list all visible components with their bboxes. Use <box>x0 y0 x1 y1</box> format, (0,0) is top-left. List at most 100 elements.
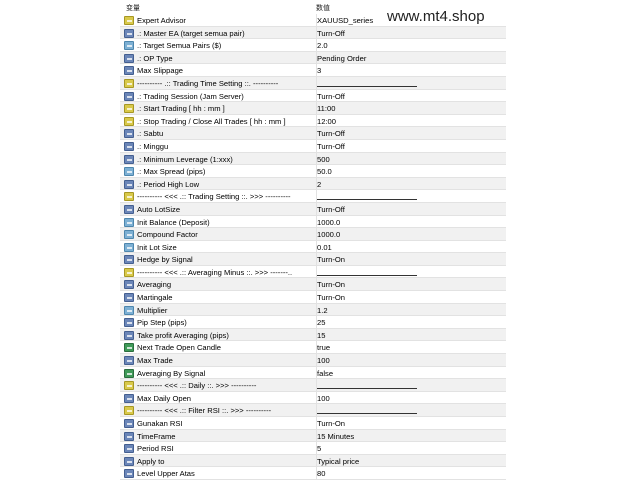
table-row[interactable]: Period RSI 5 <box>120 442 506 455</box>
table-row[interactable]: Max Daily Open 100 <box>120 391 506 405</box>
table-row[interactable]: Next Trade Open Candle true <box>120 341 506 355</box>
dbl-type-icon <box>124 167 134 177</box>
ab-type-icon <box>124 16 134 25</box>
parameter-value[interactable]: 5 <box>317 444 321 453</box>
table-row[interactable]: TimeFrame 15 Minutes <box>120 429 506 443</box>
table-row[interactable]: Compound Factor 1000.0 <box>120 228 506 241</box>
table-row[interactable]: Max Trade 100 <box>120 354 506 367</box>
parameter-value[interactable]: Typical price <box>317 457 359 466</box>
parameter-value[interactable]: 12:00 <box>317 117 336 126</box>
parameter-value[interactable]: Pending Order <box>317 54 366 63</box>
table-row[interactable]: Hedge by Signal Turn-On <box>120 253 506 266</box>
table-row[interactable]: .: OP Type Pending Order <box>120 51 506 65</box>
parameter-value[interactable]: Turn-On <box>317 280 345 289</box>
table-row[interactable]: Multiplier 1.2 <box>120 303 506 317</box>
table-row[interactable]: Auto LotSize Turn-Off <box>120 202 506 216</box>
column-header-value[interactable]: 数值 <box>316 3 330 13</box>
empty-value-underline <box>317 85 417 87</box>
parameter-value[interactable]: Turn-Off <box>317 92 345 101</box>
parameter-value[interactable]: 500 <box>317 155 330 164</box>
parameter-value[interactable]: 80 <box>317 469 325 478</box>
column-header-variable[interactable]: 变量 <box>126 3 140 13</box>
table-row[interactable]: Apply to Typical price <box>120 454 506 468</box>
parameter-name: .: Start Trading [ hh : mm ] <box>137 104 225 114</box>
parameter-value[interactable]: 3 <box>317 66 321 75</box>
table-row[interactable]: .: Minggu Turn-Off <box>120 139 506 153</box>
table-row[interactable]: Init Balance (Deposit) 1000.0 <box>120 215 506 229</box>
table-row[interactable]: Gunakan RSI Turn-On <box>120 417 506 430</box>
num-type-icon <box>124 154 134 164</box>
parameter-name: .: Period High Low <box>137 179 200 189</box>
parameter-value[interactable]: 1000.0 <box>317 218 340 227</box>
parameter-value[interactable]: 15 Minutes <box>317 432 354 441</box>
table-row[interactable]: ---------- <<< .:: Trading Setting ::. >… <box>120 190 506 203</box>
parameter-value[interactable]: Turn-Off <box>317 142 345 151</box>
ab-type-icon <box>124 104 134 114</box>
num-type-icon <box>124 280 134 290</box>
table-row[interactable]: .: Minimum Leverage (1:xxx) 500 <box>120 152 506 166</box>
parameter-name: .: Minggu <box>137 141 169 151</box>
table-row[interactable]: ---------- .:: Trading Time Setting ::. … <box>120 76 506 90</box>
ab-type-icon <box>124 381 134 391</box>
num-type-icon <box>124 356 134 366</box>
parameter-name: Hedge by Signal <box>137 255 193 265</box>
parameter-name: .: Target Semua Pairs ($) <box>137 41 222 51</box>
parameter-value[interactable]: 1.2 <box>317 306 328 315</box>
bool-type-icon <box>124 368 134 378</box>
inputs-panel: 变量 数值 Expert Advisor XAUUSD_series.: Mast… <box>120 0 512 480</box>
table-row[interactable]: .: Master EA (target semua pair) Turn-Off <box>120 26 506 40</box>
parameter-name: .: Master EA (target semua pair) <box>137 28 245 38</box>
table-row[interactable]: .: Target Semua Pairs ($) 2.0 <box>120 39 506 52</box>
parameter-value[interactable]: false <box>317 369 333 378</box>
parameter-name: Gunakan RSI <box>137 419 183 428</box>
table-row[interactable]: .: Period High Low 2 <box>120 177 506 191</box>
parameter-value[interactable]: Turn-Off <box>317 129 345 138</box>
num-type-icon <box>124 204 134 214</box>
parameter-name: Max Daily Open <box>137 393 192 403</box>
parameter-value[interactable]: Turn-Off <box>317 29 345 38</box>
table-row[interactable]: ---------- <<< .:: Daily ::. >>> -------… <box>120 379 506 392</box>
ab-type-icon <box>124 192 134 202</box>
parameter-value[interactable]: Turn-Off <box>317 205 345 214</box>
parameter-value[interactable]: Turn-On <box>317 293 345 302</box>
table-row[interactable]: .: Start Trading [ hh : mm ] 11:00 <box>120 102 506 115</box>
parameter-value[interactable]: 100 <box>317 356 330 365</box>
parameter-value[interactable]: Turn-On <box>317 255 345 264</box>
parameter-value[interactable]: 50.0 <box>317 167 332 176</box>
parameter-value[interactable]: 2.0 <box>317 41 328 50</box>
table-row[interactable]: ---------- <<< .:: Filter RSI ::. >>> --… <box>120 404 506 417</box>
table-row[interactable]: Level Upper Atas 80 <box>120 467 506 480</box>
parameter-value[interactable]: 11:00 <box>317 104 335 113</box>
table-row[interactable]: Averaging By Signal false <box>120 366 506 380</box>
table-row[interactable]: .: Stop Trading / Close All Trades [ hh … <box>120 114 506 128</box>
table-row[interactable]: Max Slippage 3 <box>120 64 506 77</box>
parameter-value[interactable]: 2 <box>317 180 321 189</box>
dbl-type-icon <box>124 41 134 51</box>
parameter-value[interactable]: 100 <box>317 394 330 403</box>
table-row[interactable]: Martingale Turn-On <box>120 291 506 304</box>
table-row[interactable]: .: Max Spread (pips) 50.0 <box>120 165 506 178</box>
parameters-table: Expert Advisor XAUUSD_series.: Master EA … <box>120 14 506 480</box>
table-row[interactable]: ---------- <<< .:: Averaging Minus ::. >… <box>120 265 506 279</box>
num-type-icon <box>124 179 134 189</box>
table-row[interactable]: Pip Step (pips) 25 <box>120 316 506 329</box>
parameter-value[interactable]: 15 <box>317 331 325 340</box>
parameter-value[interactable]: 1000.0 <box>317 230 340 239</box>
parameter-name: Auto LotSize <box>137 204 181 214</box>
table-row[interactable]: .: Trading Session (Jam Server) Turn-Off <box>120 89 506 103</box>
ab-type-icon <box>124 78 134 88</box>
parameter-value[interactable]: 0.01 <box>317 243 332 252</box>
table-row[interactable]: Averaging Turn-On <box>120 278 506 292</box>
num-type-icon <box>124 28 134 38</box>
ab-type-icon <box>124 116 134 126</box>
watermark-text: www.mt4.shop <box>385 8 487 25</box>
table-row[interactable]: Init Lot Size 0.01 <box>120 240 506 254</box>
num-type-icon <box>124 255 134 265</box>
parameter-value[interactable]: Turn-On <box>317 419 345 428</box>
num-type-icon <box>124 431 134 441</box>
parameter-value[interactable]: 25 <box>317 318 325 327</box>
parameter-value[interactable]: XAUUSD_series <box>317 16 373 25</box>
parameter-value[interactable]: true <box>317 343 330 352</box>
table-row[interactable]: Take profit Averaging (pips) 15 <box>120 328 506 342</box>
table-row[interactable]: .: Sabtu Turn-Off <box>120 127 506 140</box>
